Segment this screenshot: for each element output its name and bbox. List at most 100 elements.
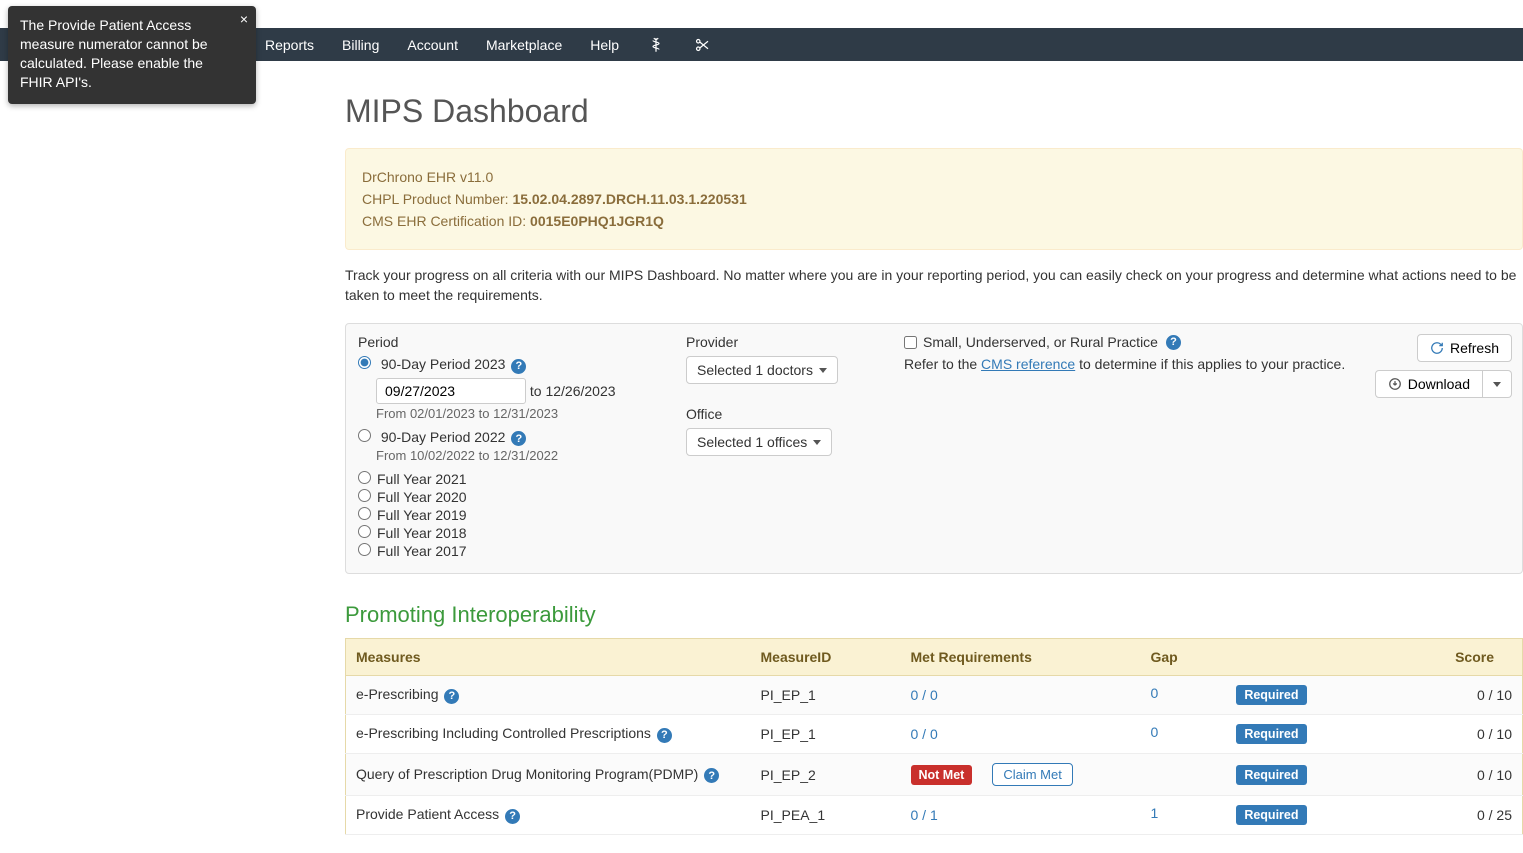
- help-icon[interactable]: ?: [505, 809, 520, 824]
- cms-reference-link[interactable]: CMS reference: [981, 356, 1075, 372]
- gap-link[interactable]: 1: [1151, 805, 1159, 821]
- period-2019-input[interactable]: [358, 507, 371, 520]
- download-button[interactable]: Download: [1375, 370, 1483, 398]
- filter-panel: Period 90-Day Period 2023 ? to 12/26/202…: [345, 323, 1523, 574]
- cert-cms-label: CMS EHR Certification ID:: [362, 213, 526, 229]
- period-2018-input[interactable]: [358, 525, 371, 538]
- nav-marketplace[interactable]: Marketplace: [486, 37, 562, 53]
- gap-cell: 1 Required: [1141, 796, 1321, 835]
- score-cell: 0 / 25: [1321, 796, 1523, 835]
- period-label: Period: [358, 334, 658, 350]
- required-badge: Required: [1236, 724, 1306, 744]
- period-2023-input[interactable]: [358, 356, 371, 369]
- download-icon: [1388, 377, 1402, 391]
- help-icon[interactable]: ?: [511, 359, 526, 374]
- period-2018-text: Full Year 2018: [377, 525, 467, 541]
- required-badge: Required: [1236, 765, 1306, 785]
- claim-met-button[interactable]: Claim Met: [992, 763, 1073, 786]
- panel-actions: Refresh Download: [1375, 334, 1512, 398]
- cms-prefix: Refer to the: [904, 356, 977, 372]
- cert-chpl-value: 15.02.04.2897.DRCH.11.03.1.220531: [512, 191, 746, 207]
- intro-text: Track your progress on all criteria with…: [345, 266, 1523, 305]
- help-icon[interactable]: ?: [657, 728, 672, 743]
- required-badge: Required: [1236, 685, 1306, 705]
- period-start-date-input[interactable]: [376, 378, 526, 404]
- gap-link[interactable]: 0: [1151, 685, 1159, 701]
- nav-reports[interactable]: Reports: [265, 37, 314, 53]
- provider-value: Selected 1 doctors: [697, 362, 813, 378]
- measure-name: Query of Prescription Drug Monitoring Pr…: [356, 766, 698, 782]
- refresh-label: Refresh: [1450, 340, 1499, 356]
- col-score: Score: [1321, 639, 1523, 676]
- provider-dropdown[interactable]: Selected 1 doctors: [686, 356, 838, 384]
- table-row: Query of Prescription Drug Monitoring Pr…: [346, 754, 1523, 796]
- office-dropdown[interactable]: Selected 1 offices: [686, 428, 832, 456]
- help-icon[interactable]: ?: [511, 431, 526, 446]
- page-title: MIPS Dashboard: [345, 93, 1523, 130]
- period-to-date: to 12/26/2023: [530, 383, 616, 399]
- measure-name-cell: Query of Prescription Drug Monitoring Pr…: [346, 754, 751, 796]
- met-requirements-cell: 0 / 0: [901, 676, 1141, 715]
- scissors-icon[interactable]: [693, 36, 711, 54]
- col-measureid: MeasureID: [751, 639, 901, 676]
- period-2020-input[interactable]: [358, 489, 371, 502]
- score-cell: 0 / 10: [1321, 676, 1523, 715]
- measure-name-cell: Provide Patient Access ?: [346, 796, 751, 835]
- refresh-button[interactable]: Refresh: [1417, 334, 1512, 362]
- nav-help[interactable]: Help: [590, 37, 619, 53]
- gap-link[interactable]: 0: [1151, 724, 1159, 740]
- period-2022-range: From 10/02/2022 to 12/31/2022: [376, 448, 658, 463]
- chevron-down-icon: [819, 368, 827, 373]
- period-2023-radio[interactable]: 90-Day Period 2023 ?: [358, 356, 658, 374]
- period-2022-input[interactable]: [358, 429, 371, 442]
- cert-chpl: CHPL Product Number: 15.02.04.2897.DRCH.…: [362, 191, 1506, 207]
- col-measures: Measures: [346, 639, 751, 676]
- page-body: MIPS Dashboard DrChrono EHR v11.0 CHPL P…: [0, 61, 1523, 835]
- period-column: Period 90-Day Period 2023 ? to 12/26/202…: [358, 334, 658, 559]
- provider-office-column: Provider Selected 1 doctors Office Selec…: [686, 334, 876, 559]
- caduceus-icon[interactable]: [647, 36, 665, 54]
- cert-version: DrChrono EHR v11.0: [362, 169, 1506, 185]
- nav-account[interactable]: Account: [407, 37, 458, 53]
- period-2018-radio[interactable]: Full Year 2018: [358, 525, 658, 541]
- measure-name: Provide Patient Access: [356, 806, 499, 822]
- refresh-icon: [1430, 341, 1444, 355]
- met-requirements-cell: 0 / 0: [901, 715, 1141, 754]
- period-2021-radio[interactable]: Full Year 2021: [358, 471, 658, 487]
- table-row: e-Prescribing Including Controlled Presc…: [346, 715, 1523, 754]
- close-icon[interactable]: ×: [240, 12, 248, 26]
- certification-panel: DrChrono EHR v11.0 CHPL Product Number: …: [345, 148, 1523, 250]
- cert-cms-value: 0015E0PHQ1JGR1Q: [530, 213, 664, 229]
- required-badge: Required: [1236, 805, 1306, 825]
- help-icon[interactable]: ?: [1166, 335, 1181, 350]
- period-2022-text: 90-Day Period 2022: [381, 429, 506, 445]
- period-2017-input[interactable]: [358, 543, 371, 556]
- met-link[interactable]: 0 / 1: [911, 807, 938, 823]
- measure-name-cell: e-Prescribing Including Controlled Presc…: [346, 715, 751, 754]
- download-label: Download: [1408, 376, 1470, 392]
- period-2021-input[interactable]: [358, 471, 371, 484]
- nav-billing[interactable]: Billing: [342, 37, 379, 53]
- period-2020-radio[interactable]: Full Year 2020: [358, 489, 658, 505]
- period-2022-radio[interactable]: 90-Day Period 2022 ?: [358, 429, 658, 447]
- period-2017-radio[interactable]: Full Year 2017: [358, 543, 658, 559]
- measure-name: e-Prescribing: [356, 686, 438, 702]
- office-value: Selected 1 offices: [697, 434, 807, 450]
- col-gap: Gap: [1141, 639, 1321, 676]
- col-met: Met Requirements: [901, 639, 1141, 676]
- chevron-down-icon: [813, 440, 821, 445]
- period-2019-radio[interactable]: Full Year 2019: [358, 507, 658, 523]
- met-link[interactable]: 0 / 0: [911, 687, 938, 703]
- gap-cell: 0 Required: [1141, 676, 1321, 715]
- period-2020-text: Full Year 2020: [377, 489, 467, 505]
- surp-checkbox[interactable]: [904, 336, 917, 349]
- cms-suffix: to determine if this applies to your pra…: [1079, 356, 1345, 372]
- help-icon[interactable]: ?: [444, 689, 459, 704]
- cert-cms: CMS EHR Certification ID: 0015E0PHQ1JGR1…: [362, 213, 1506, 229]
- section-title: Promoting Interoperability: [345, 602, 1523, 628]
- help-icon[interactable]: ?: [704, 768, 719, 783]
- met-requirements-cell: 0 / 1: [901, 796, 1141, 835]
- download-dropdown-toggle[interactable]: [1483, 370, 1512, 398]
- met-link[interactable]: 0 / 0: [911, 726, 938, 742]
- table-row: e-Prescribing ?PI_EP_10 / 00Required0 / …: [346, 676, 1523, 715]
